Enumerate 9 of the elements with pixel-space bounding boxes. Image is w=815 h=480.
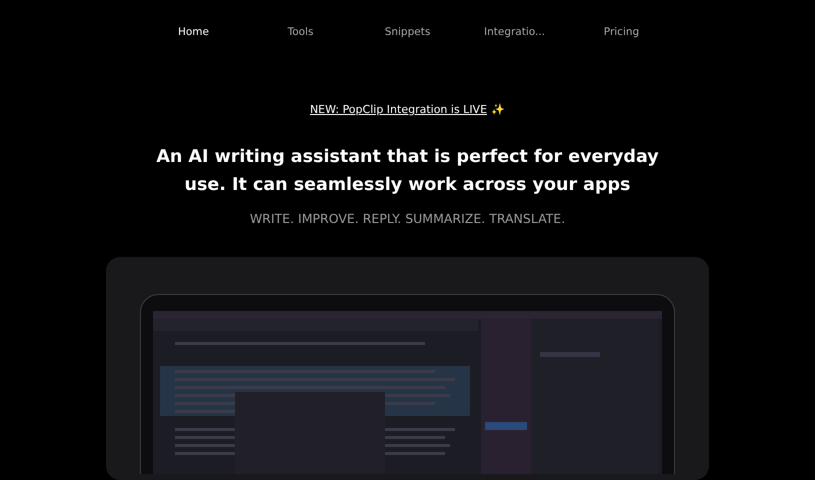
headline: An AI writing assistant that is perfect for everyday use. It can seamlessly work across your apps (155, 146, 660, 197)
nav-link[interactable]: Tools (247, 26, 354, 38)
sparkle-icon: ✨ (491, 103, 506, 116)
nav-link[interactable]: Home (140, 26, 247, 38)
nav-link[interactable]: Integratio... (461, 26, 568, 38)
nav-link[interactable]: Snippets (354, 26, 461, 38)
announcement-link[interactable]: NEW: PopClip Integration is LIVE (310, 103, 488, 116)
tagline: WRITE. IMPROVE. REPLY. SUMMARIZE. TRANSLATE. (250, 211, 566, 226)
nav-link[interactable]: Pricing (568, 26, 675, 38)
